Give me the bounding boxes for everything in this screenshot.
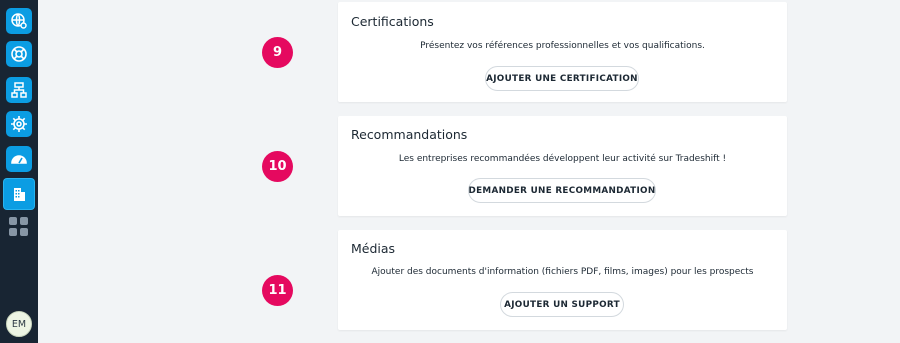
lifebuoy-icon[interactable] [6, 41, 32, 67]
card-title: Médias [351, 241, 396, 256]
request-recommendation-button[interactable]: DEMANDER UNE RECOMMANDATION [468, 178, 656, 203]
recommendations-card: Recommandations Les entreprises recomman… [338, 116, 787, 216]
step-badge-11: 11 [262, 275, 293, 306]
step-badge-10: 10 [262, 151, 293, 182]
gear-icon[interactable] [6, 111, 32, 137]
hierarchy-icon[interactable] [6, 77, 32, 103]
sidebar: EM [0, 0, 38, 343]
card-title: Certifications [351, 14, 434, 29]
card-description: Les entreprises recommandées développent… [398, 154, 727, 164]
card-description: Ajouter des documents d'information (fic… [371, 267, 754, 277]
globe-settings-icon[interactable] [6, 8, 32, 34]
company-building-icon[interactable] [4, 179, 34, 209]
certifications-card: Certifications Présentez vos références … [338, 2, 787, 102]
add-support-button[interactable]: AJOUTER UN SUPPORT [500, 292, 624, 317]
add-certification-button[interactable]: AJOUTER UNE CERTIFICATION [485, 66, 639, 91]
card-title: Recommandations [351, 127, 468, 142]
card-description: Présentez vos références professionnelle… [420, 41, 705, 51]
avatar[interactable]: EM [6, 311, 32, 337]
apps-grid-icon[interactable] [9, 217, 29, 237]
media-card: Médias Ajouter des documents d'informati… [338, 230, 787, 330]
step-badge-9: 9 [262, 37, 293, 68]
speedometer-icon[interactable] [6, 146, 32, 172]
